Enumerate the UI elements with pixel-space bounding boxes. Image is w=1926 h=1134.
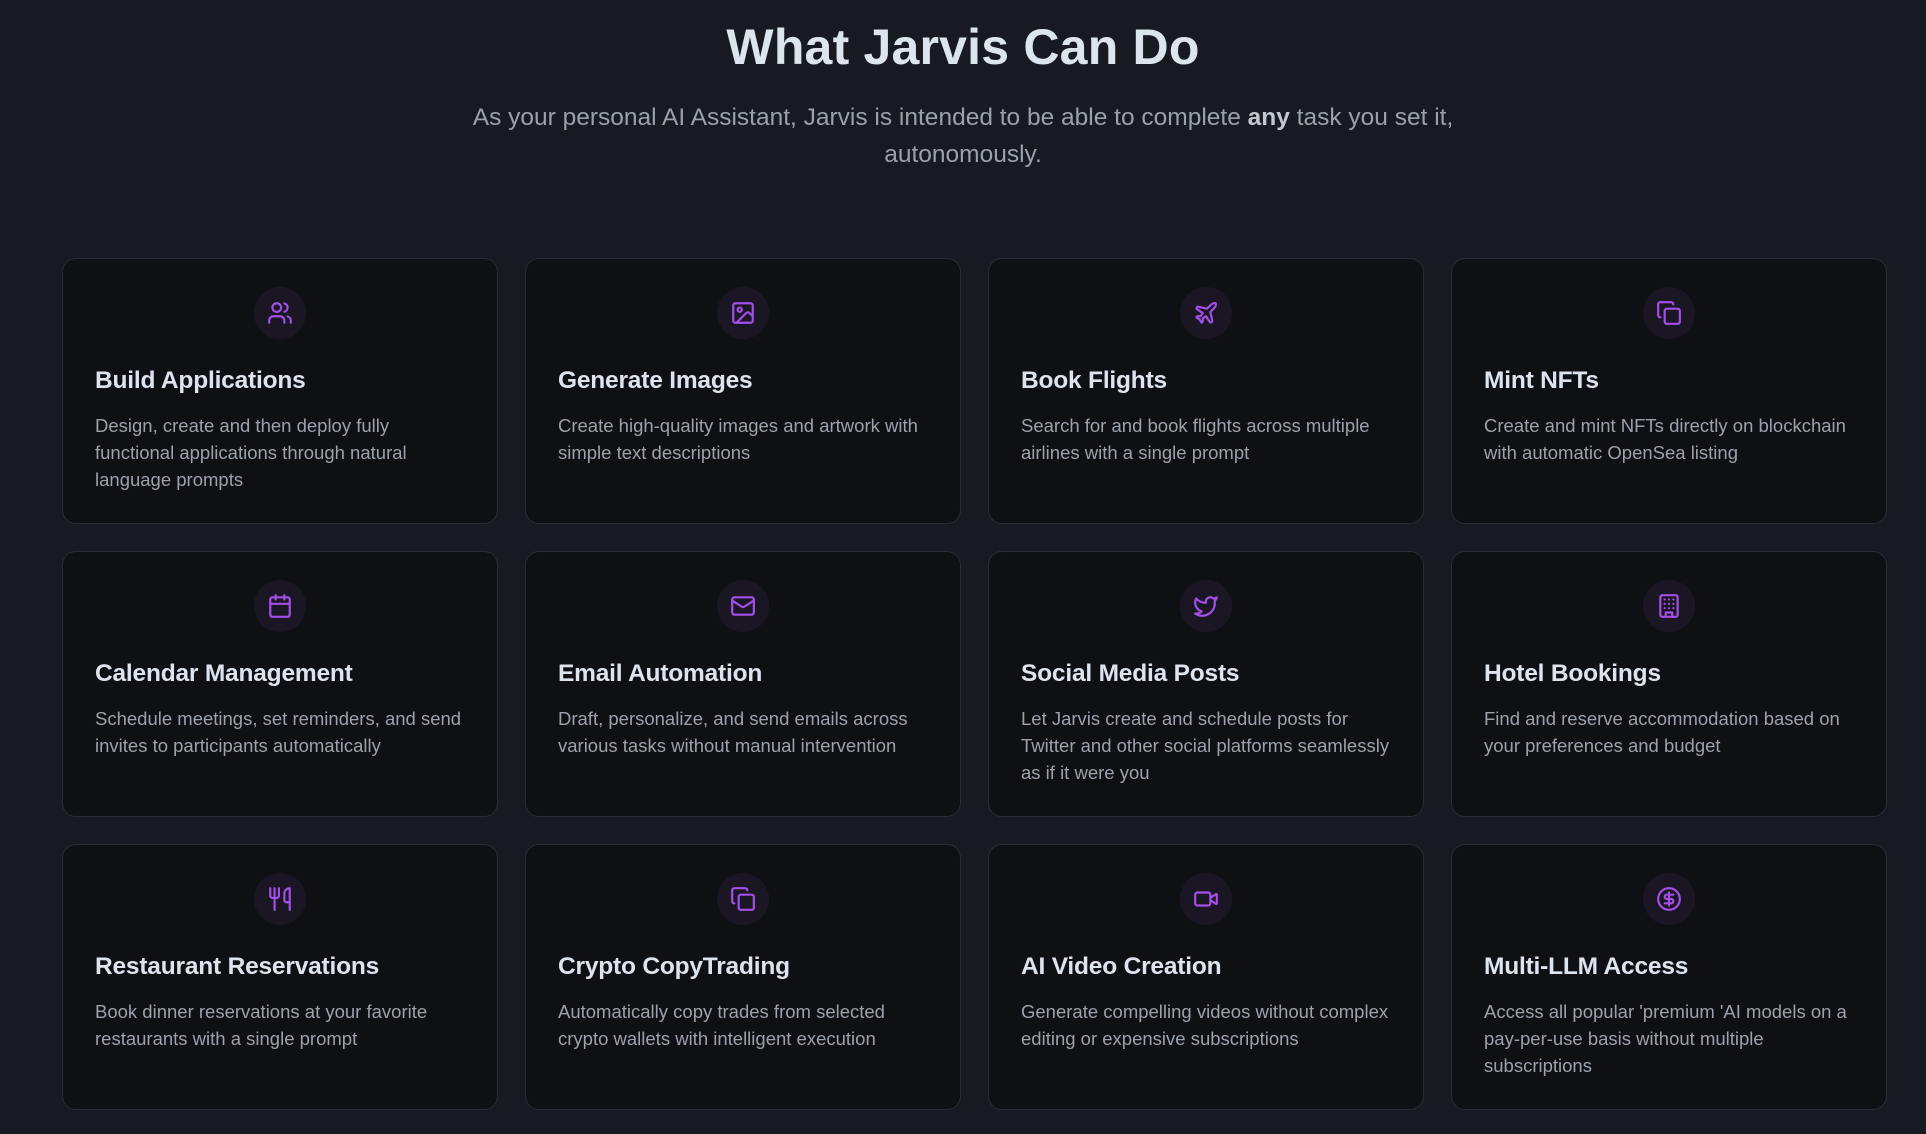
feature-card-restaurant-reservations[interactable]: Restaurant Reservations Book dinner rese… <box>62 844 498 1110</box>
copy-icon <box>717 873 769 925</box>
feature-grid: Build Applications Design, create and th… <box>62 258 1887 1110</box>
feature-card-hotel-bookings[interactable]: Hotel Bookings Find and reserve accommod… <box>1451 551 1887 817</box>
feature-description: Create and mint NFTs directly on blockch… <box>1484 415 1846 463</box>
feature-description: Automatically copy trades from selected … <box>558 1001 885 1049</box>
feature-title: Restaurant Reservations <box>95 953 380 980</box>
feature-card-email-automation[interactable]: Email Automation Draft, personalize, and… <box>525 551 961 817</box>
feature-card-calendar-management[interactable]: Calendar Management Schedule meetings, s… <box>62 551 498 817</box>
feature-description: Search for and book flights across multi… <box>1021 415 1370 463</box>
feature-card-ai-video-creation[interactable]: AI Video Creation Generate compelling vi… <box>988 844 1424 1110</box>
feature-title: Book Flights <box>1021 367 1167 394</box>
feature-description: Access all popular 'premium 'AI models o… <box>1484 1001 1847 1076</box>
feature-card-crypto-copytrading[interactable]: Crypto CopyTrading Automatically copy tr… <box>525 844 961 1110</box>
feature-description: Create high-quality images and artwork w… <box>558 415 918 463</box>
feature-description: Book dinner reservations at your favorit… <box>95 1001 428 1049</box>
copy-icon <box>1643 287 1695 339</box>
feature-title: Crypto CopyTrading <box>558 953 790 980</box>
feature-card-mint-nfts[interactable]: Mint NFTs Create and mint NFTs directly … <box>1451 258 1887 524</box>
subtitle-emphasis: any <box>1247 104 1290 131</box>
feature-title: Generate Images <box>558 367 753 394</box>
section-title: What Jarvis Can Do <box>726 19 1200 75</box>
feature-description: Generate compelling videos without compl… <box>1021 1001 1389 1049</box>
plane-icon <box>1180 287 1232 339</box>
image-icon <box>717 287 769 339</box>
feature-title: AI Video Creation <box>1021 953 1222 980</box>
feature-description: Draft, personalize, and send emails acro… <box>558 708 908 756</box>
feature-description: Find and reserve accommodation based on … <box>1484 708 1840 756</box>
feature-title: Social Media Posts <box>1021 660 1240 687</box>
feature-title: Calendar Management <box>95 660 353 687</box>
section-subtitle: As your personal AI Assistant, Jarvis is… <box>463 99 1463 173</box>
video-icon <box>1180 873 1232 925</box>
calendar-icon <box>254 580 306 632</box>
feature-description: Schedule meetings, set reminders, and se… <box>95 708 462 756</box>
features-section: What Jarvis Can Do As your personal AI A… <box>0 0 1926 1134</box>
feature-card-build-applications[interactable]: Build Applications Design, create and th… <box>62 258 498 524</box>
subtitle-text-start: As your personal AI Assistant, Jarvis is… <box>472 104 1248 131</box>
feature-description: Design, create and then deploy fully fun… <box>95 415 407 490</box>
users-icon <box>254 287 306 339</box>
utensils-icon <box>254 873 306 925</box>
twitter-icon <box>1180 580 1232 632</box>
feature-card-multi-llm-access[interactable]: Multi-LLM Access Access all popular 'pre… <box>1451 844 1887 1110</box>
feature-title: Email Automation <box>558 660 763 687</box>
feature-title: Mint NFTs <box>1484 367 1599 394</box>
feature-title: Hotel Bookings <box>1484 660 1661 687</box>
feature-description: Let Jarvis create and schedule posts for… <box>1021 708 1390 783</box>
dollar-circle-icon <box>1643 873 1695 925</box>
feature-title: Multi-LLM Access <box>1484 953 1689 980</box>
feature-card-social-media-posts[interactable]: Social Media Posts Let Jarvis create and… <box>988 551 1424 817</box>
feature-title: Build Applications <box>95 367 306 394</box>
feature-card-generate-images[interactable]: Generate Images Create high-quality imag… <box>525 258 961 524</box>
mail-icon <box>717 580 769 632</box>
building-icon <box>1643 580 1695 632</box>
feature-card-book-flights[interactable]: Book Flights Search for and book flights… <box>988 258 1424 524</box>
